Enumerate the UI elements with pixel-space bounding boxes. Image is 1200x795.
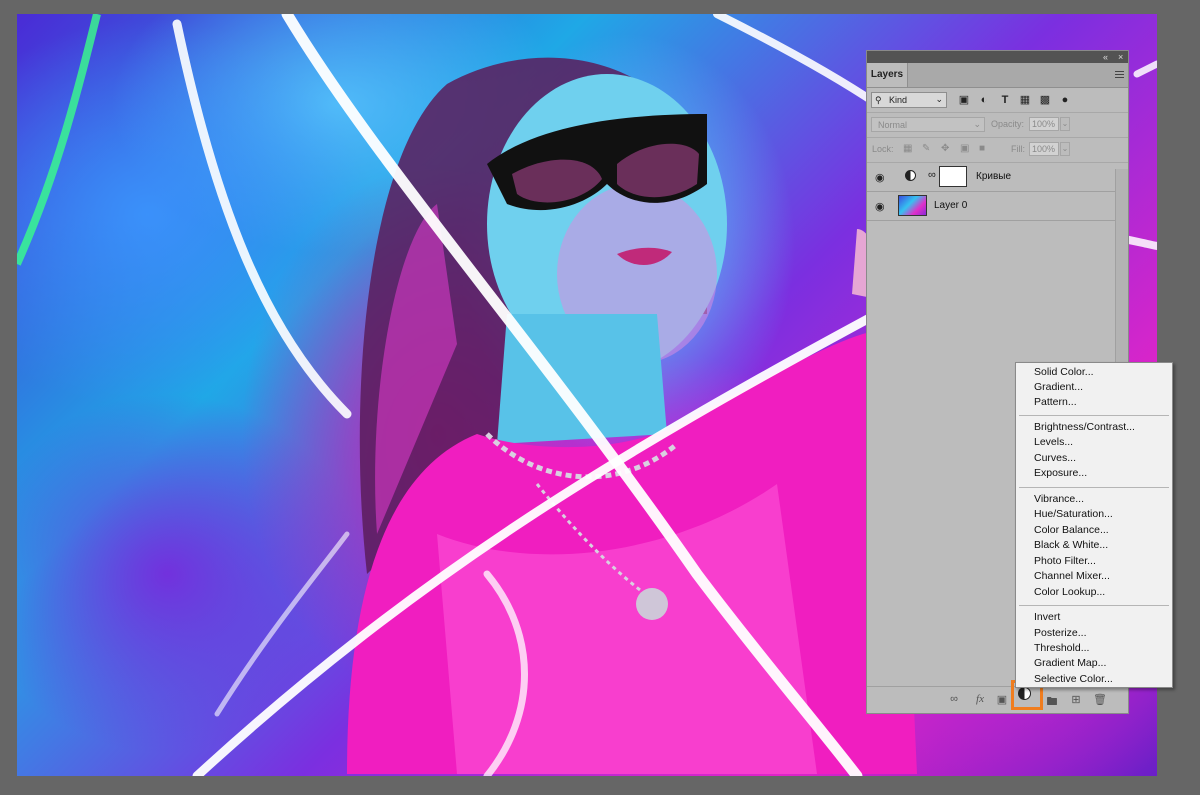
opacity-field[interactable]: 100% bbox=[1029, 117, 1059, 131]
menu-item-curves[interactable]: Curves... bbox=[1034, 451, 1076, 466]
eye-icon[interactable]: ◉ bbox=[875, 171, 885, 184]
layer-name: Layer 0 bbox=[934, 200, 968, 211]
panel-menu-icon[interactable] bbox=[1115, 71, 1124, 80]
menu-item-brightness-contrast[interactable]: Brightness/Contrast... bbox=[1034, 420, 1135, 435]
new-layer-icon[interactable]: ⊞ bbox=[1069, 693, 1083, 706]
search-icon: ⚲ bbox=[875, 95, 882, 105]
layer-thumbnail[interactable] bbox=[898, 195, 927, 216]
adjustment-layer-icon[interactable] bbox=[1018, 687, 1031, 700]
adjustment-filter-icon[interactable]: ◐ bbox=[977, 93, 991, 107]
menu-item-black-white[interactable]: Black & White... bbox=[1034, 538, 1108, 553]
menu-separator bbox=[1019, 487, 1169, 488]
fx-icon[interactable]: fx bbox=[973, 693, 987, 705]
blend-mode-value: Normal bbox=[878, 120, 908, 130]
menu-item-hue-saturation[interactable]: Hue/Saturation... bbox=[1034, 507, 1113, 522]
filter-kind-select[interactable]: ⚲ Kind ⌄ bbox=[871, 92, 947, 108]
menu-item-solid-color[interactable]: Solid Color... bbox=[1034, 365, 1094, 380]
menu-item-channel-mixer[interactable]: Channel Mixer... bbox=[1034, 569, 1110, 584]
tab-layers[interactable]: Layers bbox=[867, 63, 908, 87]
curves-adjustment-icon bbox=[905, 170, 916, 181]
fill-dropdown-icon[interactable]: ⌄ bbox=[1060, 142, 1070, 156]
fill-label: Fill: bbox=[1011, 144, 1025, 154]
opacity-dropdown-icon[interactable]: ⌄ bbox=[1060, 117, 1070, 131]
menu-item-gradient-map[interactable]: Gradient Map... bbox=[1034, 656, 1106, 671]
layer-mask-thumbnail[interactable] bbox=[939, 166, 967, 187]
fill-field[interactable]: 100% bbox=[1029, 142, 1059, 156]
filter-row: ⚲ Kind ⌄ ▣ ◐ T ▦ ▩ ● bbox=[867, 88, 1128, 113]
menu-separator bbox=[1019, 415, 1169, 416]
link-layers-icon[interactable]: ∞ bbox=[947, 693, 961, 705]
blend-mode-select[interactable]: Normal ⌄ bbox=[871, 117, 985, 132]
lock-all-icon[interactable]: ■ bbox=[979, 143, 985, 154]
menu-item-pattern[interactable]: Pattern... bbox=[1034, 395, 1077, 410]
menu-item-color-balance[interactable]: Color Balance... bbox=[1034, 523, 1109, 538]
adjustment-layer-menu: Solid Color... Gradient... Pattern... Br… bbox=[1015, 362, 1173, 688]
filter-kind-label: Kind bbox=[889, 95, 908, 105]
layer-row-layer-0[interactable]: ◉ Layer 0 bbox=[867, 192, 1128, 221]
collapse-icon[interactable]: « bbox=[1103, 51, 1108, 63]
lock-transparent-icon[interactable]: ▦ bbox=[903, 143, 912, 154]
opacity-label: Opacity: bbox=[991, 119, 1025, 129]
lock-row: Lock: ▦ ✎ ✥ ▣ ■ Fill: 100% ⌄ bbox=[867, 138, 1128, 163]
menu-separator bbox=[1019, 605, 1169, 606]
menu-item-exposure[interactable]: Exposure... bbox=[1034, 466, 1087, 481]
menu-item-gradient[interactable]: Gradient... bbox=[1034, 380, 1083, 395]
panel-footer: ∞ fx ▣ 🖿 ⊞ 🗑 bbox=[867, 686, 1128, 713]
menu-item-photo-filter[interactable]: Photo Filter... bbox=[1034, 554, 1096, 569]
menu-item-vibrance[interactable]: Vibrance... bbox=[1034, 492, 1084, 507]
menu-item-color-lookup[interactable]: Color Lookup... bbox=[1034, 585, 1105, 600]
eye-icon[interactable]: ◉ bbox=[875, 200, 885, 213]
menu-item-threshold[interactable]: Threshold... bbox=[1034, 641, 1089, 656]
new-group-icon[interactable]: 🖿 bbox=[1045, 693, 1059, 712]
menu-item-levels[interactable]: Levels... bbox=[1034, 435, 1073, 450]
panel-tabbar: Layers bbox=[867, 63, 1128, 88]
lock-artboard-icon[interactable]: ▣ bbox=[960, 143, 969, 154]
add-mask-icon[interactable]: ▣ bbox=[995, 693, 1009, 706]
chevron-down-icon: ⌄ bbox=[973, 119, 981, 129]
pixel-filter-icon[interactable]: ▣ bbox=[957, 93, 971, 107]
close-icon[interactable]: × bbox=[1118, 51, 1123, 63]
link-chain-icon[interactable]: ∞ bbox=[928, 169, 936, 181]
filter-toggle-icon[interactable]: ● bbox=[1058, 93, 1072, 107]
type-filter-icon[interactable]: T bbox=[998, 93, 1012, 107]
blend-row: Normal ⌄ Opacity: 100% ⌄ bbox=[867, 113, 1128, 138]
menu-item-posterize[interactable]: Posterize... bbox=[1034, 626, 1087, 641]
menu-item-selective-color[interactable]: Selective Color... bbox=[1034, 672, 1113, 687]
lock-position-icon[interactable]: ✥ bbox=[941, 143, 949, 154]
lock-paint-icon[interactable]: ✎ bbox=[922, 143, 930, 154]
smart-object-filter-icon[interactable]: ▩ bbox=[1038, 93, 1052, 107]
lock-label: Lock: bbox=[872, 144, 894, 154]
shape-filter-icon[interactable]: ▦ bbox=[1018, 93, 1032, 107]
menu-item-invert[interactable]: Invert bbox=[1034, 610, 1060, 625]
panel-titlebar: « × bbox=[867, 51, 1128, 63]
layer-row-curves[interactable]: ◉ ∞ Кривые bbox=[867, 163, 1128, 192]
chevron-down-icon: ⌄ bbox=[935, 94, 943, 104]
layer-name: Кривые bbox=[976, 171, 1012, 182]
delete-icon[interactable]: 🗑 bbox=[1093, 693, 1107, 706]
